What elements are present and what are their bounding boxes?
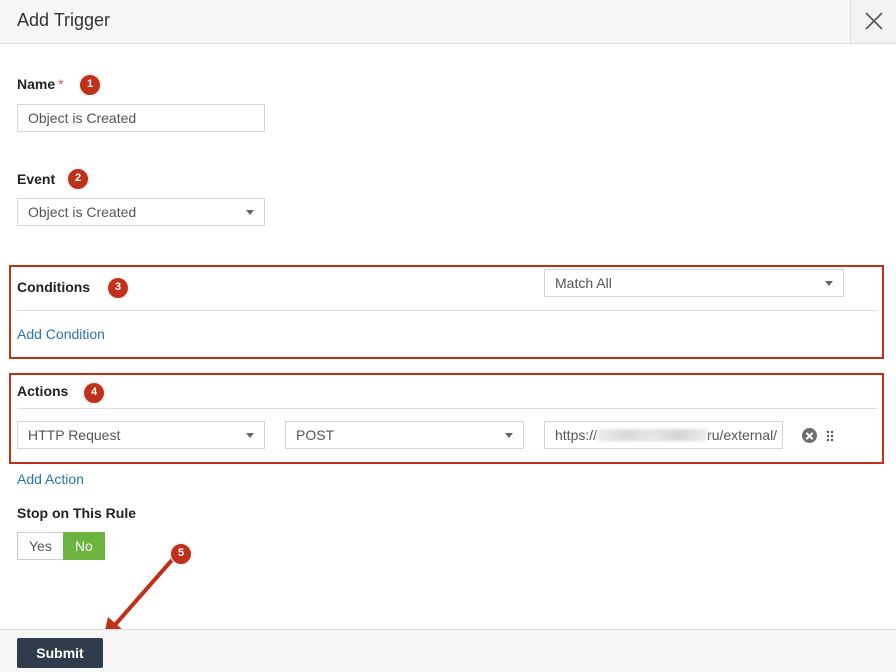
annotation-badge-4: 4: [83, 382, 105, 404]
event-label: Event: [17, 171, 56, 187]
dialog-footer: [0, 629, 896, 672]
required-mark: *: [58, 76, 64, 92]
chevron-down-icon: [505, 433, 513, 438]
match-select-value: Match All: [555, 275, 612, 291]
drag-handle-icon[interactable]: [826, 430, 834, 442]
actions-highlight-box: [9, 373, 884, 464]
url-suffix: ru/external/: [707, 427, 778, 443]
stop-rule-no-option[interactable]: No: [62, 532, 105, 560]
add-action-link[interactable]: Add Action: [17, 471, 84, 487]
stop-rule-yes-option[interactable]: Yes: [17, 532, 64, 560]
chevron-down-icon: [246, 433, 254, 438]
dialog-header: Add Trigger: [0, 0, 896, 44]
name-input[interactable]: Object is Created: [17, 104, 265, 132]
annotation-badge-3: 3: [107, 277, 129, 299]
match-select[interactable]: Match All: [544, 269, 844, 297]
action-type-value: HTTP Request: [28, 427, 121, 443]
http-method-value: POST: [296, 427, 335, 443]
annotation-badge-5: 5: [170, 543, 192, 565]
chevron-down-icon: [825, 281, 833, 286]
conditions-label: Conditions: [17, 279, 91, 295]
actions-label: Actions: [17, 383, 69, 399]
add-condition-link[interactable]: Add Condition: [17, 326, 105, 342]
url-input[interactable]: https:// ru/external/: [544, 421, 783, 449]
remove-circle-icon[interactable]: [802, 428, 817, 443]
stop-rule-toggle: Yes No: [17, 532, 105, 560]
annotation-badge-2: 2: [67, 168, 89, 190]
url-prefix: https://: [555, 427, 598, 443]
actions-divider: [17, 408, 877, 409]
event-select-value: Object is Created: [28, 204, 137, 220]
event-select[interactable]: Object is Created: [17, 198, 265, 226]
close-icon: [865, 12, 883, 30]
name-label: Name *: [17, 76, 64, 92]
stop-rule-label: Stop on This Rule: [17, 505, 136, 521]
close-button[interactable]: [850, 0, 896, 43]
annotation-badge-1: 1: [79, 74, 101, 96]
conditions-divider: [17, 310, 877, 311]
chevron-down-icon: [246, 210, 254, 215]
redacted-url-part: [597, 429, 708, 441]
http-method-select[interactable]: POST: [285, 421, 524, 449]
action-type-select[interactable]: HTTP Request: [17, 421, 265, 449]
submit-button[interactable]: Submit: [17, 638, 103, 668]
dialog-title: Add Trigger: [17, 10, 111, 30]
